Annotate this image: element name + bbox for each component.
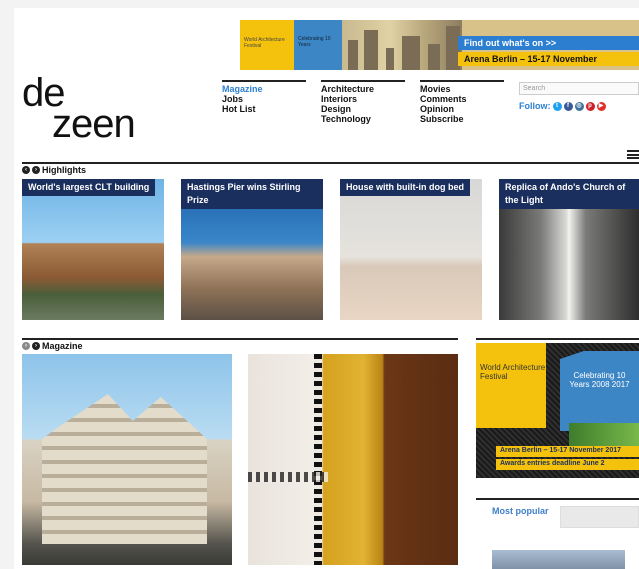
- chevron-right-icon[interactable]: ›: [32, 166, 40, 174]
- highlight-card-2[interactable]: Hastings Pier wins Stirling Prize: [181, 179, 323, 320]
- magazine-heading: ‹ › Magazine: [22, 341, 83, 351]
- follow-bar: Follow: t f ◎ p ▶: [519, 101, 606, 111]
- highlight-card-3[interactable]: House with built-in dog bed: [340, 179, 482, 320]
- chevron-right-icon[interactable]: ›: [32, 342, 40, 350]
- twitter-icon[interactable]: t: [552, 101, 562, 111]
- waf-sidebar-ad[interactable]: World Architecture Festival Celebrating …: [476, 343, 639, 478]
- waf-arena-line: Arena Berlin – 15-17 November 2017: [496, 446, 639, 457]
- nav-link-architecture[interactable]: Architecture: [321, 84, 405, 94]
- facebook-icon[interactable]: f: [563, 101, 573, 111]
- highlight-card-1[interactable]: World's largest CLT building: [22, 179, 164, 320]
- banner-city-image: [342, 20, 462, 70]
- nav-link-movies[interactable]: Movies: [420, 84, 504, 94]
- highlights-heading: ‹ › Highlights: [22, 165, 86, 175]
- nav-link-design[interactable]: Design: [321, 104, 405, 114]
- nav-link-opinion[interactable]: Opinion: [420, 104, 504, 114]
- nav-link-jobs[interactable]: Jobs: [222, 94, 306, 104]
- magazine-title: Magazine: [42, 341, 83, 351]
- highlights-divider: [22, 162, 639, 164]
- fabric-stitch-horizontal: [248, 472, 328, 482]
- fabric-stitch-vertical: [314, 354, 322, 565]
- banner-find-out-link[interactable]: Find out what's on >>: [458, 36, 639, 50]
- youtube-icon[interactable]: ▶: [596, 101, 606, 111]
- highlight-caption: Replica of Ando's Church of the Light: [499, 179, 639, 209]
- waf-deadline-line: Awards entries deadline June 2: [496, 459, 639, 470]
- top-banner-ad[interactable]: World Architecture Festival Celebrating …: [240, 20, 639, 70]
- nav-column-1: Magazine Jobs Hot List: [222, 80, 306, 114]
- nav-column-3: Movies Comments Opinion Subscribe: [420, 80, 504, 124]
- most-popular-label[interactable]: Most popular: [492, 506, 552, 516]
- nav-link-comments[interactable]: Comments: [420, 94, 504, 104]
- chevron-left-icon[interactable]: ‹: [22, 342, 30, 350]
- most-popular-divider: [476, 498, 639, 500]
- magazine-story-image-2[interactable]: [248, 354, 458, 565]
- banner-arena-text: Arena Berlin – 15-17 November: [458, 52, 639, 66]
- nav-link-technology[interactable]: Technology: [321, 114, 405, 124]
- search-input[interactable]: Search: [519, 82, 639, 95]
- sidebar-divider: [476, 338, 639, 340]
- banner-blue-block: Celebrating 10 Years: [294, 20, 342, 70]
- instagram-icon[interactable]: ◎: [574, 101, 584, 111]
- highlight-caption: Hastings Pier wins Stirling Prize: [181, 179, 323, 209]
- nav-link-interiors[interactable]: Interiors: [321, 94, 405, 104]
- pinterest-icon[interactable]: p: [585, 101, 595, 111]
- dezeen-logo[interactable]: de zeen: [22, 73, 136, 144]
- most-popular-ad[interactable]: [560, 506, 639, 528]
- highlight-card-4[interactable]: Replica of Ando's Church of the Light: [499, 179, 639, 320]
- highlight-caption: World's largest CLT building: [22, 179, 156, 196]
- nav-link-subscribe[interactable]: Subscribe: [420, 114, 504, 124]
- chevron-left-icon[interactable]: ‹: [22, 166, 30, 174]
- nav-link-hot-list[interactable]: Hot List: [222, 104, 306, 114]
- magazine-divider: [22, 338, 458, 340]
- highlight-caption: House with built-in dog bed: [340, 179, 470, 196]
- follow-label: Follow:: [519, 101, 551, 111]
- building-illustration: [42, 394, 207, 544]
- waf-yellow-block: World Architecture Festival: [476, 343, 546, 428]
- nav-link-magazine[interactable]: Magazine: [222, 84, 306, 94]
- most-popular-thumbnail[interactable]: [492, 550, 625, 569]
- magazine-story-image-1[interactable]: [22, 354, 232, 565]
- menu-icon[interactable]: [627, 150, 639, 159]
- nav-column-2: Architecture Interiors Design Technology: [321, 80, 405, 124]
- highlights-title: Highlights: [42, 165, 86, 175]
- banner-yellow-block: World Architecture Festival: [240, 20, 294, 70]
- page: World Architecture Festival Celebrating …: [14, 8, 639, 569]
- waf-blue-block: Celebrating 10 Years 2008 2017: [560, 351, 639, 431]
